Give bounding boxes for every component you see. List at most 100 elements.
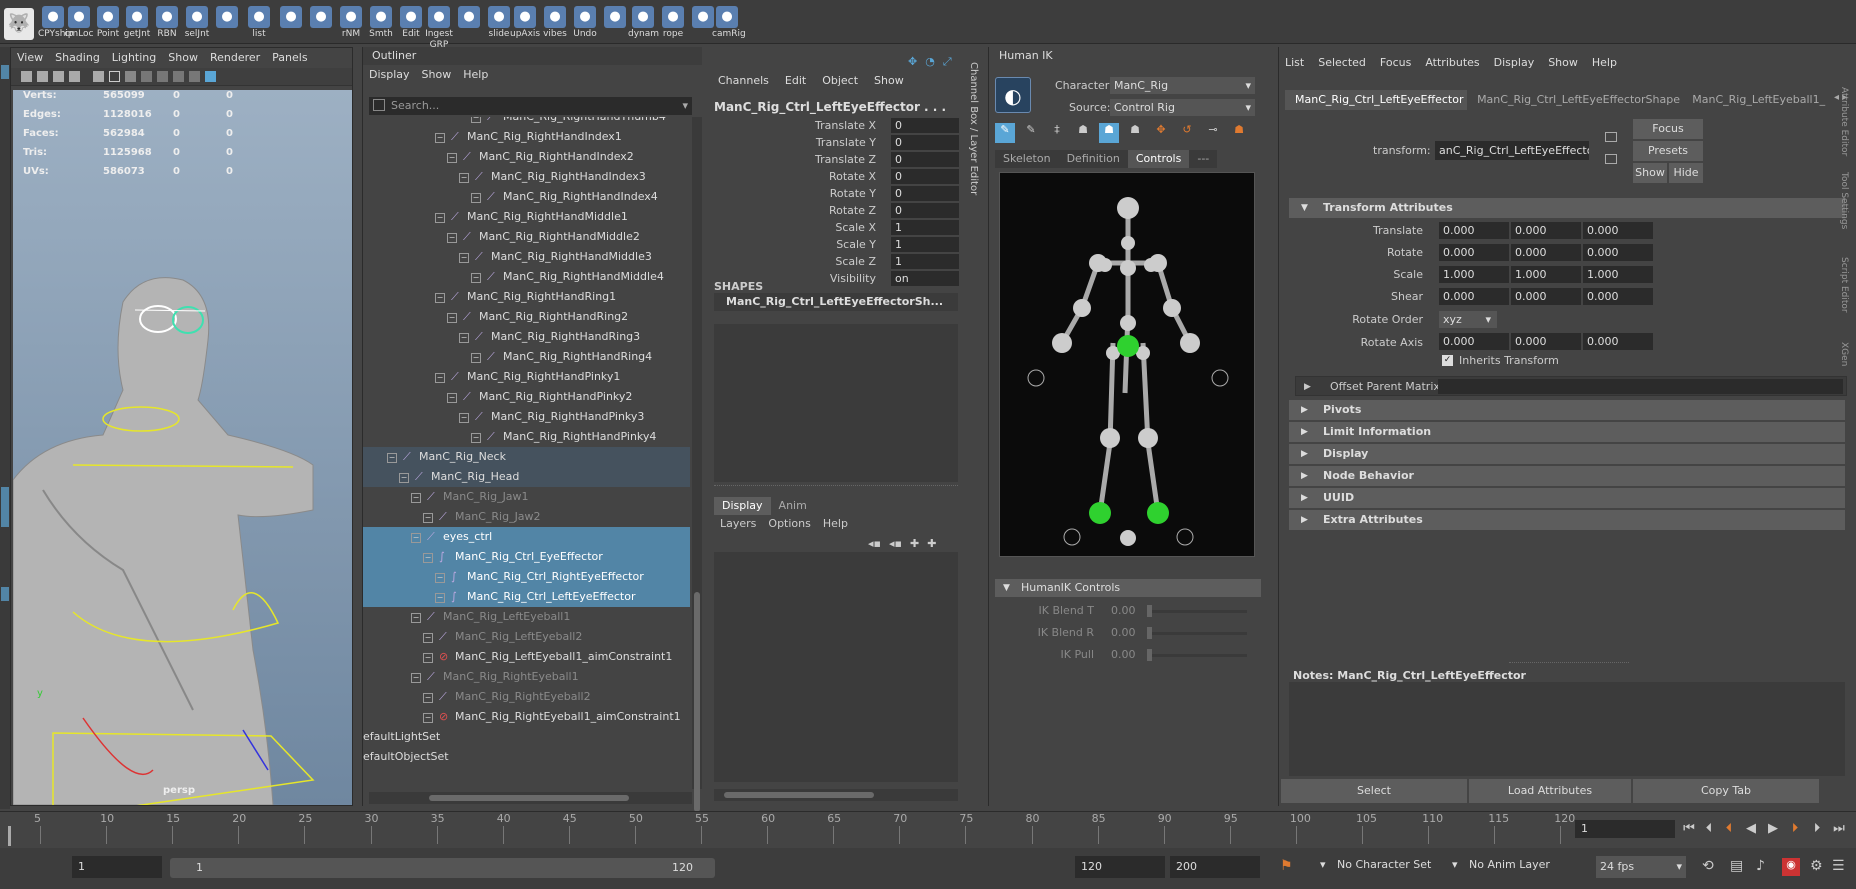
channel-row[interactable]: Translate Y 0 (708, 135, 968, 151)
shelf-button-script-icon[interactable]: ● (454, 6, 484, 42)
side-tab[interactable]: Attribute Editor (1839, 87, 1849, 172)
hik-skeleton[interactable] (1000, 173, 1256, 558)
current-time-indicator[interactable] (8, 826, 11, 846)
channel-value[interactable]: 1 (891, 254, 959, 269)
play-forwards-icon[interactable]: ▶ (1764, 820, 1782, 838)
filter-icon[interactable] (373, 99, 385, 111)
search-input[interactable]: Search... (391, 99, 439, 112)
outliner-row[interactable]: − ⟋ ManC_Rig_RightHandPinky1 (363, 367, 690, 387)
expand-icon[interactable]: − (387, 453, 397, 463)
layer-tab-anim[interactable]: Anim (771, 497, 815, 515)
select-button[interactable]: Select (1281, 779, 1467, 803)
node-icon[interactable] (1605, 132, 1617, 142)
pin-translate-icon[interactable]: ✥ (1151, 123, 1171, 143)
load-attributes-button[interactable]: Load Attributes (1469, 779, 1631, 803)
smooth-shade-icon[interactable] (125, 71, 136, 82)
outliner-row[interactable]: − ⟋ ManC_Rig_Jaw1 (363, 487, 690, 507)
outliner-row[interactable]: − ⟋ ManC_Rig_Jaw2 (363, 507, 690, 527)
range-slider[interactable]: 1 120 (170, 858, 715, 878)
notes-splitter[interactable] (1509, 662, 1629, 663)
chevron-down-icon[interactable]: ▾ (682, 99, 688, 112)
presets-button[interactable]: Presets (1633, 141, 1703, 161)
attr-field-y[interactable]: 0.000 (1511, 222, 1581, 239)
shelf-button-upaxis[interactable]: ● upAxis (510, 6, 540, 42)
hik-tab-xxx[interactable]: --- (1189, 150, 1218, 168)
expand-icon[interactable]: − (471, 193, 481, 203)
outliner-row[interactable]: − ∫ ManC_Rig_Ctrl_RightEyeEffector (363, 567, 690, 587)
play-backwards-icon[interactable]: ◀ (1742, 820, 1760, 838)
viewport-canvas[interactable]: Verts: 565099 0 0 Edges: 1128016 0 0 Faces: 56298… (13, 90, 352, 805)
move-layer-up-icon[interactable]: ◂▪ (868, 537, 881, 550)
outliner-row[interactable]: − ⊘ ManC_Rig_RightEyeball1_aimConstraint1 (363, 707, 690, 727)
shelf-button-undo[interactable]: ● Undo (570, 6, 600, 42)
expand-icon[interactable]: − (399, 473, 409, 483)
hik-slider-value[interactable]: 0.00 (1111, 626, 1136, 639)
shelf-button-dynam[interactable]: ● dynam (628, 6, 659, 42)
transform-name-field[interactable]: anC_Rig_Ctrl_LeftEyeEffector (1435, 141, 1589, 160)
shelf-button-rnm[interactable]: ● rNM (336, 6, 366, 42)
attr-field-x[interactable]: 0.000 (1439, 288, 1509, 305)
outliner-hscrollbar[interactable] (369, 792, 692, 804)
edit-pin-icon[interactable]: ✎ (995, 123, 1015, 143)
outliner-menu-help[interactable]: Help (457, 65, 494, 85)
expand-icon[interactable]: − (411, 493, 421, 503)
hik-slider-track[interactable] (1147, 632, 1247, 635)
channel-value[interactable]: 1 (891, 237, 959, 252)
step-forward-icon[interactable]: ⏵ (1808, 820, 1826, 838)
expand-icon[interactable]: − (459, 173, 469, 183)
channel-row[interactable]: Scale Y 1 (708, 237, 968, 253)
attr-field-y[interactable]: 0.000 (1511, 244, 1581, 261)
shelf-button-list[interactable]: ● list (244, 6, 274, 42)
isolate-icon[interactable] (173, 71, 184, 82)
channel-row[interactable]: Scale X 1 (708, 220, 968, 236)
move-icon[interactable]: ✥ (908, 55, 917, 69)
full-body-icon[interactable]: ☗ (1099, 123, 1119, 143)
outliner-row[interactable]: − ⟋ ManC_Rig_RightEyeball2 (363, 687, 690, 707)
channelbox-menu-show[interactable]: Show (874, 74, 904, 94)
camera-icon[interactable] (21, 71, 32, 82)
go-to-start-icon[interactable]: ⏮ (1680, 820, 1698, 838)
focus-button[interactable]: Focus (1633, 119, 1703, 139)
expand-icon[interactable]: − (471, 433, 481, 443)
rotate-axis-x[interactable]: 0.000 (1439, 333, 1509, 350)
auto-key-icon[interactable]: ⚑ (1280, 858, 1293, 874)
character-dropdown[interactable]: ManC_Rig ▾ (1110, 77, 1255, 94)
pin-icon[interactable]: ✎ (1021, 123, 1041, 143)
shelf-button-getjnt[interactable]: ● getJnt (122, 6, 152, 42)
shelf-button-cmloc[interactable]: ● cmLoc (64, 6, 94, 42)
channel-value[interactable]: 0 (891, 118, 959, 133)
ae-section-extra-attributes[interactable]: ▶ Extra Attributes (1289, 510, 1845, 530)
channel-value[interactable]: 0 (891, 135, 959, 150)
shelf-button-camrig[interactable]: ● camRig (712, 6, 746, 42)
sound-icon[interactable]: ♪ (1756, 858, 1765, 874)
layout-icon[interactable] (1, 587, 9, 601)
inherits-transform-checkbox[interactable]: ✓ (1442, 355, 1453, 366)
outliner-row[interactable]: − ⟋ ManC_Rig_RightHandRing3 (363, 327, 690, 347)
viewport-menu-show[interactable]: Show (162, 48, 204, 68)
outliner-row[interactable]: − ⟋ ManC_Rig_RightHandIndex2 (363, 147, 690, 167)
expand-icon[interactable]: − (447, 393, 457, 403)
attr-field-z[interactable]: 0.000 (1583, 244, 1653, 261)
outliner-row[interactable]: − ⟋ ManC_Rig_RightHandRing2 (363, 307, 690, 327)
lights-icon[interactable] (157, 71, 168, 82)
vertical-panel-tab[interactable]: Channel Box / Layer Editor (968, 62, 982, 242)
expand-icon[interactable]: − (459, 253, 469, 263)
ae-section-display[interactable]: ▶ Display (1289, 444, 1845, 464)
character-set-dropdown[interactable]: ▾ No Character Set (1320, 858, 1460, 871)
outliner-row[interactable]: − ⟋ ManC_Rig_RightEyeball1 (363, 667, 690, 687)
xray-icon[interactable] (189, 71, 200, 82)
outliner-row[interactable]: efaultLightSet (363, 727, 690, 747)
expand-icon[interactable]: − (411, 533, 421, 543)
expand-icon[interactable]: − (447, 313, 457, 323)
loop-icon[interactable]: ⟲ (1702, 858, 1714, 874)
layer-menu-help[interactable]: Help (823, 517, 848, 530)
step-back-key-icon[interactable]: ⏴ (1700, 820, 1718, 838)
expand-icon[interactable]: − (435, 593, 445, 603)
attr-field-y[interactable]: 1.000 (1511, 266, 1581, 283)
hik-slider-handle[interactable] (1147, 649, 1152, 661)
channel-row[interactable]: Scale Z 1 (708, 254, 968, 270)
outliner-row[interactable]: − ⟋ ManC_Rig_Head (363, 467, 690, 487)
viewport-menu-view[interactable]: View (11, 48, 49, 68)
offset-parent-matrix-row[interactable]: ▶ Offset Parent Matrix (1295, 376, 1847, 396)
go-to-end-icon[interactable]: ⏭ (1830, 820, 1848, 838)
